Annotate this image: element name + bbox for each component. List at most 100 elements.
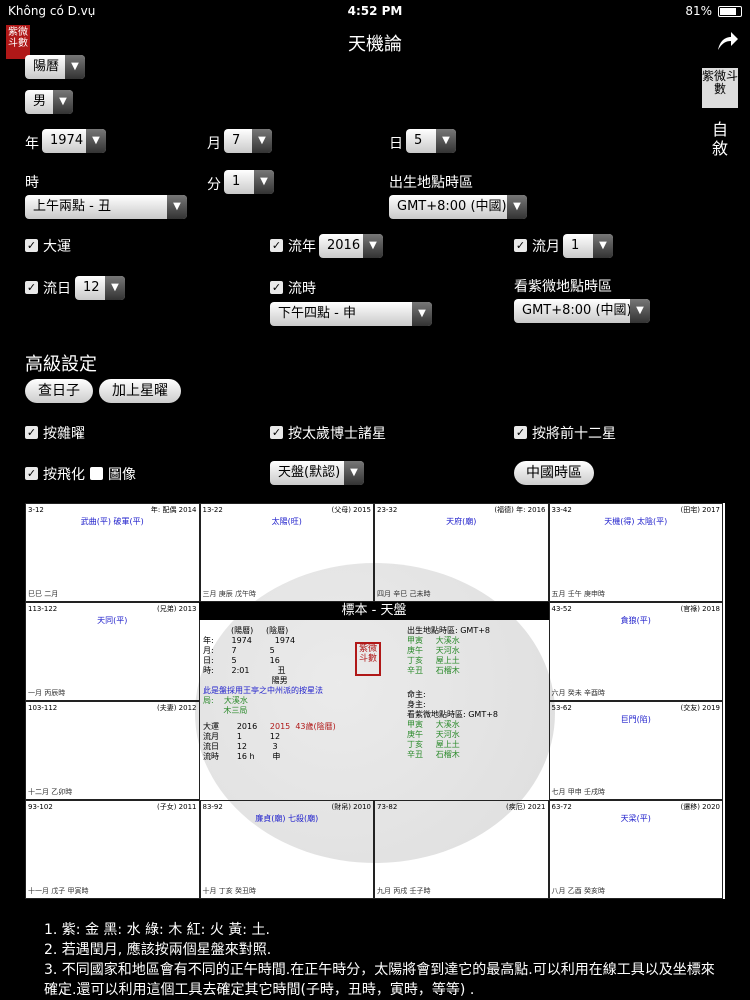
- palace-cell[interactable]: 73-82 (疾厄) 2021 九月 丙戌 壬子時: [374, 800, 549, 899]
- note-item: 1. 紫: 金 黑: 水 綠: 木 紅: 火 黃: 土.: [44, 922, 270, 938]
- liuyue-select[interactable]: 1 ▼: [563, 234, 613, 258]
- palace-cell[interactable]: 3-12 年: 配偶 2014 武曲(平) 破軍(平) 巳巳 二月: [25, 503, 200, 602]
- palace-name: (遷移) 2020: [680, 803, 720, 811]
- liushi-checkbox[interactable]: ✓: [270, 281, 283, 294]
- palace-cell[interactable]: 103-112 (夫妻) 2012 十二月 乙卯時: [25, 701, 200, 800]
- palace-branch: 三月 庚辰 戊午時: [202, 590, 256, 598]
- image-label: 圖像: [108, 467, 136, 483]
- palace-branch: 九月 丙戌 壬子時: [377, 887, 431, 895]
- side-logo[interactable]: 紫微斗數: [702, 68, 738, 108]
- palace-branch: 五月 壬午 庚申時: [551, 590, 605, 598]
- status-bar: Không có D.vụ 4:52 PM 81%: [0, 0, 750, 22]
- main-stars: 貪狼(平): [620, 616, 651, 625]
- palace-cell[interactable]: 113-122 (兄弟) 2013 天同(平) 一月 丙辰時: [25, 602, 200, 701]
- china-time-button[interactable]: 中國時區: [514, 461, 594, 485]
- calendar-lookup-button[interactable]: 查日子: [25, 379, 93, 403]
- page-title: 天機論: [348, 34, 402, 55]
- liushi-select[interactable]: 下午四點 - 申 ▼: [270, 302, 432, 326]
- note-item: 3. 不同國家和地區會有不同的正午時間.在正午時分，太陽將會到達它的最高點.可以…: [44, 962, 715, 998]
- self-intro-link[interactable]: 自敘: [712, 120, 732, 158]
- palace-cell[interactable]: 23-32 (福德) 年: 2016 天府(廟) 四月 辛巳 己未時: [374, 503, 549, 602]
- palace-name: (官祿) 2018: [680, 605, 720, 613]
- chevron-down-icon: ▼: [593, 234, 613, 258]
- calendar-select[interactable]: 陽曆 ▼: [25, 55, 85, 79]
- palace-branch: 七月 甲申 壬戌時: [551, 788, 605, 796]
- birth-tz-label: 出生地點時區: [389, 175, 473, 191]
- palace-cell[interactable]: 43-52 (官祿) 2018 貪狼(平) 六月 癸未 辛酉時: [548, 602, 723, 701]
- chevron-down-icon: ▼: [86, 129, 106, 153]
- palace-name: (財帛) 2010: [331, 803, 371, 811]
- gender-select[interactable]: 男 ▼: [25, 90, 73, 114]
- birth-tz-select[interactable]: GMT+8:00 (中國) ▼: [389, 195, 527, 219]
- month-label: 月: [207, 136, 221, 152]
- view-tz-select[interactable]: GMT+8:00 (中國) ▼: [514, 299, 650, 323]
- liuri-checkbox[interactable]: ✓: [25, 281, 38, 294]
- palace-name: (兄弟) 2013: [156, 605, 197, 613]
- red-seal: 紫微斗數: [355, 642, 381, 676]
- liunian-select[interactable]: 2016 ▼: [319, 234, 383, 258]
- view-tz-label: 看紫微地點時區: [514, 279, 612, 295]
- ziwei-chart: 3-12 年: 配偶 2014 武曲(平) 破軍(平) 巳巳 二月 13-22 (父母) …: [25, 503, 725, 899]
- advanced-heading: 高級設定: [25, 354, 97, 375]
- chevron-down-icon: ▼: [254, 170, 274, 194]
- month-select[interactable]: 7 ▼: [224, 129, 272, 153]
- notes-list: 1. 紫: 金 黑: 水 綠: 木 紅: 火 黃: 土. 2. 若遇閏月, 應該…: [44, 920, 724, 1000]
- chevron-down-icon: ▼: [65, 55, 85, 79]
- palace-cell[interactable]: 63-72 (遷移) 2020 天梁(平) 八月 乙酉 癸亥時: [548, 800, 723, 899]
- liuri-label: 流日: [43, 281, 71, 297]
- chevron-down-icon: ▼: [630, 299, 650, 323]
- chevron-down-icon: ▼: [105, 276, 125, 300]
- palace-branch: 八月 乙酉 癸亥時: [551, 887, 605, 895]
- pan-select[interactable]: 天盤(默認) ▼: [270, 461, 364, 485]
- hour-select[interactable]: 上午兩點 - 丑 ▼: [25, 195, 187, 219]
- year-select[interactable]: 1974 ▼: [42, 129, 106, 153]
- chevron-down-icon: ▼: [53, 90, 73, 114]
- liunian-checkbox[interactable]: ✓: [270, 239, 283, 252]
- palace-name: (父母) 2015: [331, 506, 371, 514]
- palace-name: 年: 配偶 2014: [150, 506, 197, 514]
- chevron-down-icon: ▼: [363, 234, 383, 258]
- palace-name: (子女) 2011: [156, 803, 197, 811]
- main-stars: 天梁(平): [620, 814, 651, 823]
- palace-name: (交友) 2019: [680, 704, 720, 712]
- feihua-checkbox[interactable]: ✓: [25, 467, 38, 480]
- palace-cell[interactable]: 33-42 (田宅) 2017 天機(得) 太陰(平) 五月 壬午 庚申時: [548, 503, 723, 602]
- chevron-down-icon: ▼: [412, 302, 432, 326]
- share-icon[interactable]: [714, 28, 740, 54]
- suijian-checkbox[interactable]: ✓: [270, 426, 283, 439]
- palace-range: 13-22: [202, 506, 223, 514]
- chevron-down-icon: ▼: [436, 129, 456, 153]
- palace-range: 3-12: [28, 506, 44, 514]
- jiangqian-checkbox[interactable]: ✓: [514, 426, 527, 439]
- palace-range: 33-42: [551, 506, 572, 514]
- year-label: 年: [25, 136, 39, 152]
- palace-cell[interactable]: 53-62 (交友) 2019 巨門(陷) 七月 甲申 壬戌時: [548, 701, 723, 800]
- minute-select[interactable]: 1 ▼: [224, 170, 274, 194]
- day-select[interactable]: 5 ▼: [406, 129, 456, 153]
- image-checkbox[interactable]: [90, 467, 103, 480]
- liuyue-label: 流月: [532, 239, 560, 255]
- main-stars: 武曲(平) 破軍(平): [80, 517, 144, 526]
- main-stars: 廉貞(廟) 七殺(廟): [255, 814, 319, 823]
- palace-name: (田宅) 2017: [680, 506, 720, 514]
- main-stars: 天機(得) 太陰(平): [604, 517, 668, 526]
- chevron-down-icon: ▼: [344, 461, 364, 485]
- chevron-down-icon: ▼: [507, 195, 527, 219]
- palace-branch: 十一月 戊子 甲寅時: [28, 887, 89, 895]
- palace-name: (夫妻) 2012: [156, 704, 197, 712]
- dayun-label: 大運: [43, 239, 71, 255]
- palace-cell[interactable]: 83-92 (財帛) 2010 廉貞(廟) 七殺(廟) 十月 丁亥 癸丑時: [199, 800, 374, 899]
- palace-cell[interactable]: 13-22 (父母) 2015 太陽(旺) 三月 庚辰 戊午時: [199, 503, 374, 602]
- dayun-checkbox[interactable]: ✓: [25, 239, 38, 252]
- add-star-button[interactable]: 加上星曜: [99, 379, 181, 403]
- liuri-select[interactable]: 12 ▼: [75, 276, 125, 300]
- zaiyao-checkbox[interactable]: ✓: [25, 426, 38, 439]
- main-stars: 天府(廟): [446, 517, 477, 526]
- liuyue-checkbox[interactable]: ✓: [514, 239, 527, 252]
- palace-cell[interactable]: 93-102 (子女) 2011 十一月 戊子 甲寅時: [25, 800, 200, 899]
- palace-range: 63-72: [551, 803, 572, 811]
- chart-center: 標本 - 天盤 (陽曆) (陰曆) 年: 1974 1974 月: 7 5 日:…: [199, 602, 549, 800]
- palace-range: 93-102: [28, 803, 53, 811]
- zaiyao-label: 按雜曜: [43, 426, 85, 442]
- suijian-label: 按太歲博士諸星: [288, 426, 386, 442]
